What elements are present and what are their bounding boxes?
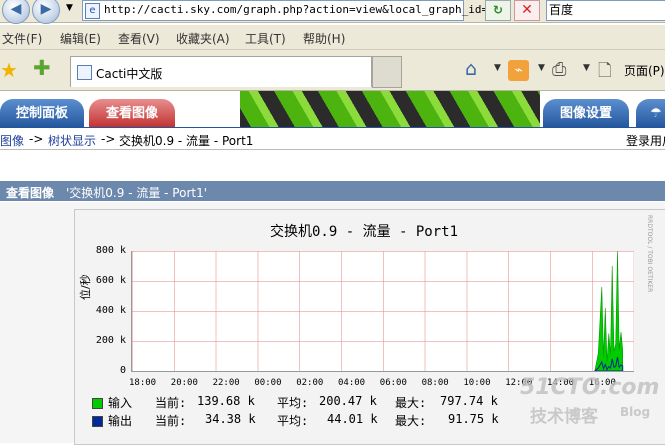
x-tick-label: 06:00 xyxy=(379,378,407,388)
menu-bar: 文件(F) 编辑(E) 查看(V) 收藏夹(A) 工具(T) 帮助(H) xyxy=(0,25,665,50)
tab-graphs[interactable]: 查看图像 xyxy=(89,99,175,128)
tab-cacti[interactable]: Cacti中文版 xyxy=(70,56,372,87)
x-tick-label: 00:00 xyxy=(254,378,282,388)
rss-icon[interactable]: ⌁ xyxy=(508,60,529,81)
page-icon[interactable]: 🗋 xyxy=(598,58,612,87)
y-tick-label: 400 k xyxy=(95,305,126,316)
stop-button[interactable]: ✕ xyxy=(514,0,540,21)
breadcrumb-tree-link[interactable]: 树状显示 xyxy=(48,132,96,149)
history-dropdown-icon[interactable]: ▼ xyxy=(66,3,73,13)
y-tick-label: 0 xyxy=(119,365,126,376)
plot-area xyxy=(131,251,634,372)
page-favicon-icon: e xyxy=(85,3,100,19)
legend-in-cur: 139.68 k xyxy=(197,394,255,408)
x-tick-label: 20:00 xyxy=(170,378,198,388)
back-button[interactable]: ◀ xyxy=(2,0,30,24)
watermark-blog: Blog xyxy=(620,405,651,419)
new-tab-button[interactable] xyxy=(372,56,402,88)
forward-icon: ▶ xyxy=(40,1,52,17)
print-icon[interactable]: ⎙ xyxy=(552,59,566,80)
menu-view[interactable]: 查看(V) xyxy=(118,30,160,47)
rrdtool-credit: RRDTOOL / TOBI OETIKER xyxy=(646,215,653,293)
legend-out-max-label: 最大: xyxy=(395,414,427,428)
x-tick-label: 18:00 xyxy=(129,378,157,388)
favorites-star-icon[interactable]: ★ xyxy=(0,58,18,82)
menu-favorites[interactable]: 收藏夹(A) xyxy=(176,30,230,47)
panel-label: 查看图像 xyxy=(6,186,55,200)
menu-tools[interactable]: 工具(T) xyxy=(245,30,286,47)
legend-in-avg-label: 平均: xyxy=(277,396,309,410)
legend-out-avg-label: 平均: xyxy=(277,414,309,428)
menu-file[interactable]: 文件(F) xyxy=(2,30,42,47)
legend-out-cur: 34.38 k xyxy=(205,412,256,426)
print-dropdown-icon[interactable]: ▼ xyxy=(583,63,590,73)
address-toolbar: ◀ ▶ ▼ e http://cacti.sky.com/graph.php?a… xyxy=(0,0,665,24)
breadcrumb-current: 交换机0.9 - 流量 - Port1 xyxy=(119,134,254,148)
x-tick-label: 10:00 xyxy=(463,378,491,388)
plot-svg xyxy=(594,251,624,371)
y-tick-label: 800 k xyxy=(95,245,126,256)
x-tick-label: 04:00 xyxy=(338,378,366,388)
tab-tree-view-icon[interactable]: ☂ xyxy=(636,99,665,128)
breadcrumb-graphs-link[interactable]: 图像 xyxy=(0,132,24,149)
legend-in-swatch xyxy=(92,398,103,409)
x-tick-label: 08:00 xyxy=(421,378,449,388)
tab-graph-settings[interactable]: 图像设置 xyxy=(543,99,629,128)
tab-toolbar: ★ ✚ Cacti中文版 ⌂ ▼ ⌁ ▼ ⎙ ▼ 🗋 页面(P) xyxy=(0,50,665,91)
legend-out-cur-label: 当前: xyxy=(155,414,187,428)
forward-button[interactable]: ▶ xyxy=(32,0,60,24)
legend-in-name: 输入 xyxy=(108,396,133,410)
panel-header: 查看图像 '交换机0.9 - 流量 - Port1' xyxy=(0,181,665,201)
legend-out-max: 91.75 k xyxy=(448,412,499,426)
menu-edit[interactable]: 编辑(E) xyxy=(60,30,101,47)
legend-out-name: 输出 xyxy=(108,414,133,428)
legend-out-avg: 44.01 k xyxy=(327,412,378,426)
graph-title: 交换机0.9 - 流量 - Port1 xyxy=(270,224,459,240)
menu-help[interactable]: 帮助(H) xyxy=(303,30,345,47)
series-in-area xyxy=(594,251,623,371)
refresh-button[interactable]: ↻ xyxy=(485,0,511,21)
x-tick-label: 02:00 xyxy=(296,378,324,388)
home-icon[interactable]: ⌂ xyxy=(465,58,477,80)
nav-divider xyxy=(0,127,665,128)
tab-favicon-icon xyxy=(77,65,92,80)
address-input[interactable]: http://cacti.sky.com/graph.php?action=vi… xyxy=(104,3,495,16)
back-icon: ◀ xyxy=(10,1,22,17)
legend-in-max-label: 最大: xyxy=(395,396,427,410)
page-menu-label[interactable]: 页面(P) xyxy=(624,62,665,79)
panel-graph-name: '交换机0.9 - 流量 - Port1' xyxy=(66,186,208,200)
legend-in-cur-label: 当前: xyxy=(155,396,187,410)
cacti-nav-bar: 控制面板 查看图像 图像设置 ☂ xyxy=(0,91,665,128)
search-input[interactable]: 百度 xyxy=(546,0,665,21)
y-tick-label: 600 k xyxy=(95,275,126,286)
address-bar[interactable]: e http://cacti.sky.com/graph.php?action=… xyxy=(82,0,495,21)
watermark-logo: 51CTO.com xyxy=(520,375,660,400)
legend-in-max: 797.74 k xyxy=(440,394,498,408)
home-dropdown-icon[interactable]: ▼ xyxy=(494,63,501,73)
y-tick-label: 200 k xyxy=(95,335,126,346)
breadcrumb-separator: -> xyxy=(101,132,116,146)
watermark-text: 技术博客 xyxy=(530,407,598,427)
breadcrumb-separator: -> xyxy=(29,132,44,146)
x-tick-label: 22:00 xyxy=(212,378,240,388)
tab-title: Cacti中文版 xyxy=(96,67,163,81)
logged-in-user: 登录用户 xyxy=(626,134,665,148)
add-favorite-icon[interactable]: ✚ xyxy=(33,56,51,80)
breadcrumb: 图像 -> 树状显示 -> 交换机0.9 - 流量 - Port1 登录用户 xyxy=(0,129,665,150)
legend-out-swatch xyxy=(92,416,103,427)
tab-console[interactable]: 控制面板 xyxy=(0,99,84,128)
legend-in-avg: 200.47 k xyxy=(319,394,377,408)
rss-dropdown-icon[interactable]: ▼ xyxy=(538,63,545,73)
cacti-logo-stripes xyxy=(240,91,540,128)
